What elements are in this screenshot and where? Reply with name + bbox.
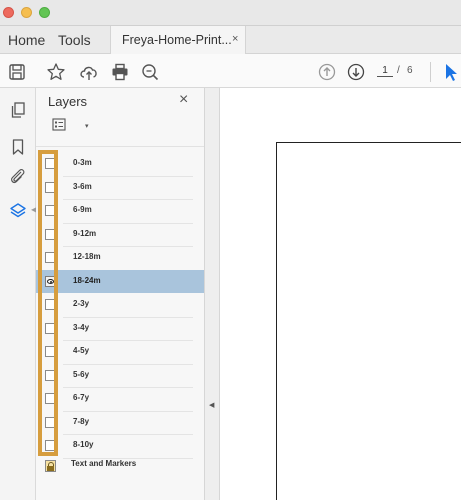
layer-row[interactable]: 4-5y	[36, 340, 204, 363]
layer-row[interactable]: 0-3m	[36, 152, 204, 175]
visibility-column-highlight	[38, 150, 58, 456]
collapse-panel-icon[interactable]: ◀	[209, 401, 214, 409]
document-page	[276, 142, 461, 500]
current-page-input[interactable]: 1	[377, 65, 393, 77]
zoom-window-button[interactable]	[39, 7, 50, 18]
layer-options-icon	[52, 118, 66, 131]
layer-label: 8-10y	[73, 440, 94, 449]
save-icon[interactable]	[6, 61, 28, 83]
layer-row[interactable]: 3-6m	[36, 176, 204, 199]
document-tab-label: Freya-Home-Print...	[122, 33, 232, 47]
menubar: Home Tools Freya-Home-Print... ×	[0, 26, 461, 54]
layer-label: 12-18m	[73, 252, 101, 261]
layer-row[interactable]: 5-6y	[36, 364, 204, 387]
pages-icon[interactable]	[8, 100, 28, 120]
layer-row[interactable]: 7-8y	[36, 411, 204, 434]
toolbar-divider	[430, 62, 431, 82]
select-cursor-icon[interactable]	[440, 61, 461, 83]
layer-row[interactable]: 2-3y	[36, 293, 204, 316]
layer-row[interactable]: 9-12m	[36, 223, 204, 246]
document-view[interactable]	[220, 88, 461, 500]
layer-label: 2-3y	[73, 299, 90, 308]
layers-icon[interactable]	[8, 201, 28, 221]
layer-label: 9-12m	[73, 228, 97, 238]
layer-row[interactable]: 6-7y	[36, 387, 204, 410]
layer-label: 18-24m	[73, 275, 101, 285]
document-tab-close-icon[interactable]: ×	[232, 33, 238, 45]
bookmark-icon[interactable]	[8, 137, 28, 157]
print-icon[interactable]	[109, 61, 131, 83]
minimize-window-button[interactable]	[21, 7, 32, 18]
window-titlebar	[0, 0, 461, 26]
layer-label: 5-6y	[73, 369, 90, 379]
panel-title: Layers	[48, 94, 88, 109]
lock-icon	[45, 460, 56, 472]
layer-options-button[interactable]: ▾	[52, 118, 89, 136]
menu-tools[interactable]: Tools	[58, 32, 91, 48]
layer-label: 6-7y	[73, 393, 90, 402]
layer-label: 6-9m	[73, 205, 92, 214]
layer-row[interactable]: 3-4y	[36, 317, 204, 340]
layer-label: 0-3m	[73, 158, 92, 167]
upload-cloud-icon[interactable]	[78, 61, 100, 83]
page-separator: /	[397, 65, 400, 76]
layer-label: 3-6m	[73, 181, 92, 191]
bookmark-star-icon[interactable]	[45, 61, 67, 83]
close-window-button[interactable]	[3, 7, 14, 18]
toolbar: 1 / 6	[0, 54, 461, 88]
panel-splitter[interactable]: ◀	[204, 88, 220, 500]
menu-home[interactable]: Home	[8, 32, 45, 48]
zoom-search-icon[interactable]	[139, 61, 161, 83]
document-tab[interactable]: Freya-Home-Print... ×	[110, 26, 246, 54]
layer-label: 7-8y	[73, 416, 90, 426]
layers-panel: Layers × ▾ 0-3m 3-6m 6-9m 9-12m 12-18m 18-24m…	[36, 88, 204, 500]
layer-label: Text and Markers	[71, 459, 137, 468]
layer-label: 3-4y	[73, 322, 90, 332]
panel-close-icon[interactable]: ×	[179, 91, 188, 109]
total-pages: 6	[407, 65, 413, 76]
chevron-down-icon: ▾	[85, 123, 89, 130]
page-down-icon[interactable]	[345, 61, 367, 83]
layer-row[interactable]: 18-24m	[36, 269, 204, 293]
attachment-icon[interactable]	[8, 167, 28, 187]
page-up-icon[interactable]	[316, 61, 338, 83]
layer-row[interactable]: 12-18m	[36, 246, 204, 269]
layer-row-text-and-markers[interactable]: Text and Markers	[36, 454, 204, 476]
layer-row[interactable]: 6-9m	[36, 199, 204, 222]
layer-label: 4-5y	[73, 346, 90, 355]
panel-divider	[36, 146, 204, 147]
navigation-rail: ◀	[0, 88, 37, 500]
